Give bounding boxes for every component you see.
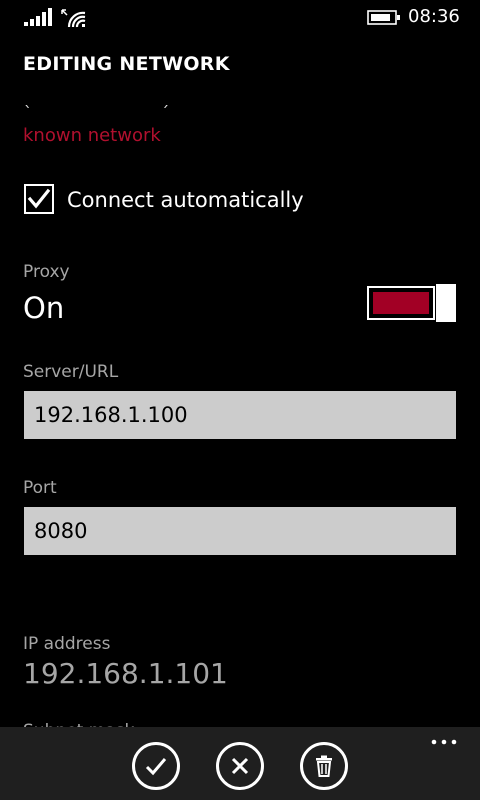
page-title: EDITING NETWORK	[23, 53, 230, 75]
proxy-label: Proxy	[23, 262, 70, 282]
save-check-icon	[145, 758, 167, 776]
wifi-icon	[61, 9, 86, 28]
toggle-thumb[interactable]	[436, 284, 456, 322]
connect-automatically-label[interactable]: Connect automatically	[67, 187, 304, 213]
server-url-label: Server/URL	[23, 362, 119, 382]
save-button[interactable]	[132, 742, 180, 790]
status-bar: 08:36	[0, 0, 480, 34]
cancel-x-icon	[231, 757, 249, 775]
delete-button[interactable]	[300, 742, 348, 790]
ip-address-value: 192.168.1.101	[23, 657, 228, 690]
proxy-toggle-switch[interactable]	[367, 284, 457, 322]
connect-automatically-checkbox[interactable]	[24, 184, 54, 214]
toggle-track	[367, 286, 435, 320]
delete-trash-icon	[316, 755, 332, 777]
network-status-text: known network	[23, 125, 161, 146]
battery-icon	[367, 10, 400, 25]
ip-address-label: IP address	[23, 634, 111, 654]
signal-strength-icon	[24, 8, 52, 26]
server-url-input[interactable]: 192.168.1.100	[24, 391, 456, 439]
scrolled-network-name-fragment: ` ´	[24, 104, 232, 118]
cancel-button[interactable]	[216, 742, 264, 790]
port-input[interactable]: 8080	[24, 507, 456, 555]
app-bar	[0, 727, 480, 800]
port-label: Port	[23, 478, 57, 498]
checkmark-icon	[27, 188, 51, 209]
more-options-icon[interactable]	[431, 739, 459, 747]
proxy-state-text: On	[23, 291, 65, 325]
toggle-fill	[373, 292, 429, 314]
clock: 08:36	[408, 6, 460, 27]
